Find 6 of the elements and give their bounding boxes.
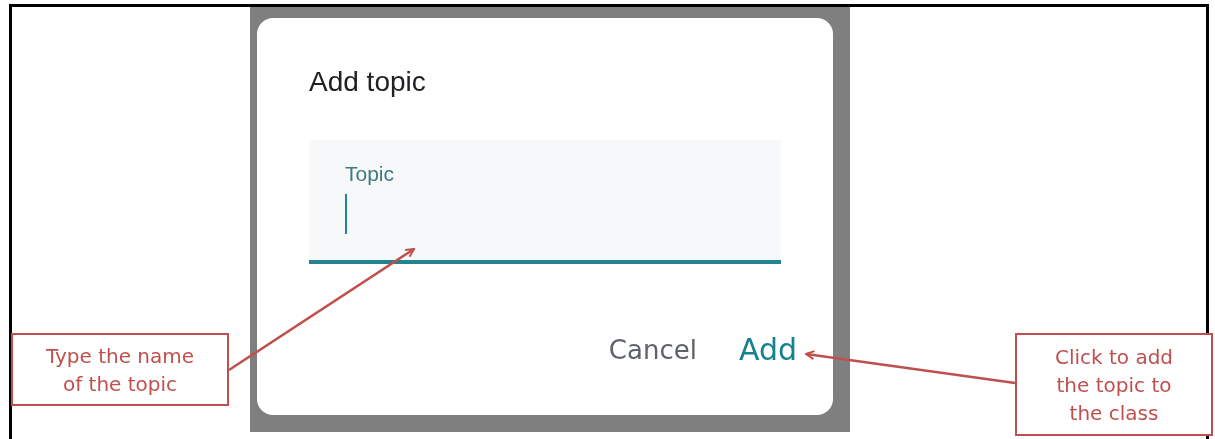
callout-note: Type the name of the topic <box>11 333 229 406</box>
add-button[interactable]: Add <box>732 328 803 371</box>
dialog-title: Add topic <box>309 66 427 98</box>
cancel-button[interactable]: Cancel <box>602 328 703 371</box>
callout-note: Click to add the topic to the class <box>1015 333 1213 436</box>
topic-input-field[interactable]: Topic <box>309 140 781 264</box>
